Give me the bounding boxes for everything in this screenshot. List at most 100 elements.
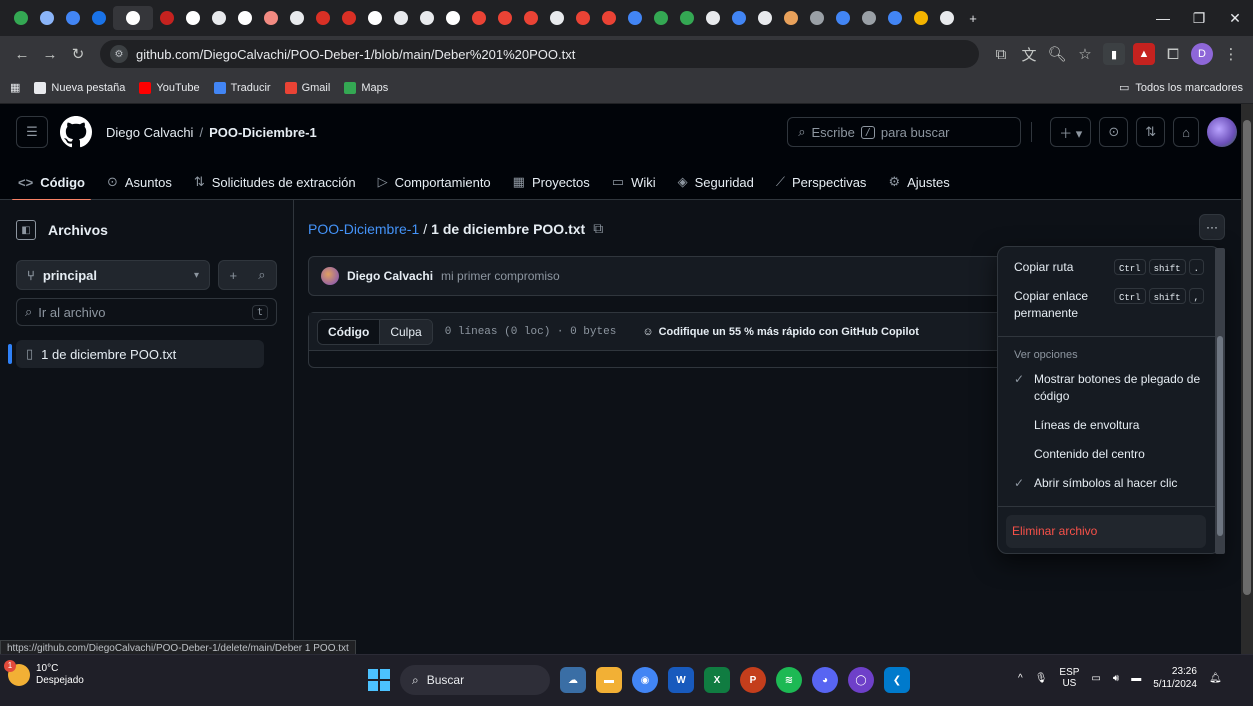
weather-widget[interactable]: 1 10°C Despejado: [4, 660, 84, 687]
minimize-icon[interactable]: —: [1145, 0, 1181, 36]
create-new-button[interactable]: ＋ ▾: [1050, 117, 1092, 147]
extension-icon[interactable]: ▮: [1103, 43, 1125, 65]
menu-wrap-lines[interactable]: Líneas de envoltura: [998, 411, 1220, 440]
browser-tab[interactable]: [831, 6, 855, 30]
browser-tab[interactable]: [649, 6, 673, 30]
browser-tab[interactable]: [493, 6, 517, 30]
page-scroll-thumb[interactable]: [1243, 120, 1251, 595]
browser-tab[interactable]: [337, 6, 361, 30]
browser-tab[interactable]: [363, 6, 387, 30]
more-options-button[interactable]: ···: [1199, 214, 1225, 240]
browser-tab[interactable]: [519, 6, 543, 30]
browser-tab[interactable]: [155, 6, 179, 30]
chrome-icon[interactable]: ◉: [632, 667, 658, 693]
tab-blame[interactable]: Culpa: [380, 319, 432, 344]
browser-tab[interactable]: [597, 6, 621, 30]
github-logo-icon[interactable]: [60, 116, 92, 148]
network-icon[interactable]: ▭: [1091, 673, 1100, 684]
browser-tab[interactable]: [935, 6, 959, 30]
search-files-icon[interactable]: ⌕: [258, 267, 265, 283]
browser-tab[interactable]: [259, 6, 283, 30]
user-avatar[interactable]: [1207, 117, 1237, 147]
profile-icon[interactable]: D: [1191, 43, 1213, 65]
word-icon[interactable]: W: [668, 667, 694, 693]
new-tab-icon[interactable]: +: [961, 6, 985, 30]
vscode-icon[interactable]: ❮: [884, 667, 910, 693]
browser-tab[interactable]: [805, 6, 829, 30]
github-desktop-icon[interactable]: ◯: [848, 667, 874, 693]
page-scrollbar[interactable]: [1241, 104, 1253, 654]
browser-menu-icon[interactable]: ⋮: [1217, 40, 1245, 68]
translate-icon[interactable]: 文: [1015, 40, 1043, 68]
extensions-puzzle-icon[interactable]: ⧠: [1159, 40, 1187, 68]
show-hidden-icons[interactable]: ^: [1018, 673, 1023, 684]
browser-tab[interactable]: [389, 6, 413, 30]
extension-red-icon[interactable]: ▲: [1133, 43, 1155, 65]
inbox-icon[interactable]: ⌂: [1173, 117, 1199, 147]
battery-icon[interactable]: ▬: [1131, 673, 1141, 684]
tab-7[interactable]: ⟋ Perspectivas: [774, 164, 869, 200]
notification-icon[interactable]: 🔔︎: [1209, 673, 1222, 684]
reload-icon[interactable]: ↻: [64, 40, 92, 68]
tab-8[interactable]: ⚙ Ajustes: [886, 164, 951, 200]
browser-tab[interactable]: [857, 6, 881, 30]
zoom-icon[interactable]: 🔍︎: [1043, 40, 1071, 68]
tab-3[interactable]: ▷ Comportamiento: [376, 164, 493, 200]
bookmark-item[interactable]: Nueva pestaña: [34, 81, 125, 94]
branch-selector[interactable]: ⑂ principal ▾: [16, 260, 210, 290]
tab-5[interactable]: ▭ Wiki: [610, 164, 658, 200]
menu-scrollbar[interactable]: [1215, 248, 1225, 554]
all-bookmarks[interactable]: ▭ Todos los marcadores: [1119, 81, 1243, 95]
browser-tab[interactable]: [883, 6, 907, 30]
tree-file-item[interactable]: ▯ 1 de diciembre POO.txt: [8, 340, 264, 368]
copy-path-icon[interactable]: ⧉: [593, 220, 603, 237]
language-indicator[interactable]: ESP US: [1059, 667, 1079, 689]
clock[interactable]: 23:26 5/11/2024: [1153, 665, 1197, 691]
menu-scroll-thumb[interactable]: [1217, 336, 1223, 536]
tab-4[interactable]: ▦ Proyectos: [511, 164, 592, 200]
menu-center-content[interactable]: Contenido del centro: [998, 440, 1220, 469]
browser-tab[interactable]: [753, 6, 777, 30]
browser-tab[interactable]: [207, 6, 231, 30]
file-explorer-icon[interactable]: ▬: [596, 667, 622, 693]
tab-code[interactable]: Código: [318, 319, 381, 344]
menu-copy-path[interactable]: Copiar ruta Ctrl shift .: [998, 253, 1220, 282]
volume-icon[interactable]: 🔊︎: [1113, 673, 1119, 684]
close-window-icon[interactable]: ✕: [1217, 0, 1253, 36]
restore-icon[interactable]: ❐: [1181, 0, 1217, 36]
tab-6[interactable]: ◈ Seguridad: [676, 164, 756, 200]
browser-tab[interactable]: [909, 6, 933, 30]
browser-tab[interactable]: [571, 6, 595, 30]
browser-tab[interactable]: [727, 6, 751, 30]
collapse-sidebar-icon[interactable]: ◧: [16, 220, 36, 240]
install-app-icon[interactable]: ⧉: [987, 40, 1015, 68]
excel-icon[interactable]: X: [704, 667, 730, 693]
browser-tab[interactable]: [675, 6, 699, 30]
go-to-file-input[interactable]: ⌕ Ir al archivo t: [16, 298, 277, 326]
commit-author-avatar[interactable]: [321, 267, 339, 285]
menu-show-fold-buttons[interactable]: ✓ Mostrar botones de plegado de código: [998, 365, 1220, 411]
taskbar-search[interactable]: ⌕ Buscar: [400, 665, 550, 695]
browser-tab[interactable]: [441, 6, 465, 30]
windows-start-icon[interactable]: [368, 669, 390, 691]
discord-icon[interactable]: ◕: [812, 667, 838, 693]
commit-message[interactable]: mi primer compromiso: [441, 269, 560, 283]
menu-open-symbols[interactable]: ✓ Abrir símbolos al hacer clic: [998, 469, 1220, 498]
browser-tab[interactable]: [285, 6, 309, 30]
browser-tab[interactable]: [701, 6, 725, 30]
browser-tab[interactable]: [35, 6, 59, 30]
bookmark-item[interactable]: Maps: [344, 81, 388, 94]
repo-link[interactable]: POO-Diciembre-1: [209, 125, 317, 140]
widgets-icon[interactable]: ☁: [560, 667, 586, 693]
browser-tab[interactable]: [61, 6, 85, 30]
back-icon[interactable]: ←: [8, 40, 36, 68]
bookmark-item[interactable]: Gmail: [284, 81, 330, 94]
browser-tab[interactable]: [545, 6, 569, 30]
add-file-icon[interactable]: +: [230, 268, 238, 283]
browser-tab[interactable]: [779, 6, 803, 30]
bookmark-item[interactable]: Traducir: [213, 81, 271, 94]
browser-tab[interactable]: [9, 6, 33, 30]
address-bar[interactable]: ⚙ github.com/DiegoCalvachi/POO-Deber-1/b…: [100, 40, 979, 68]
bookmark-star-icon[interactable]: ☆: [1071, 40, 1099, 68]
powerpoint-icon[interactable]: P: [740, 667, 766, 693]
